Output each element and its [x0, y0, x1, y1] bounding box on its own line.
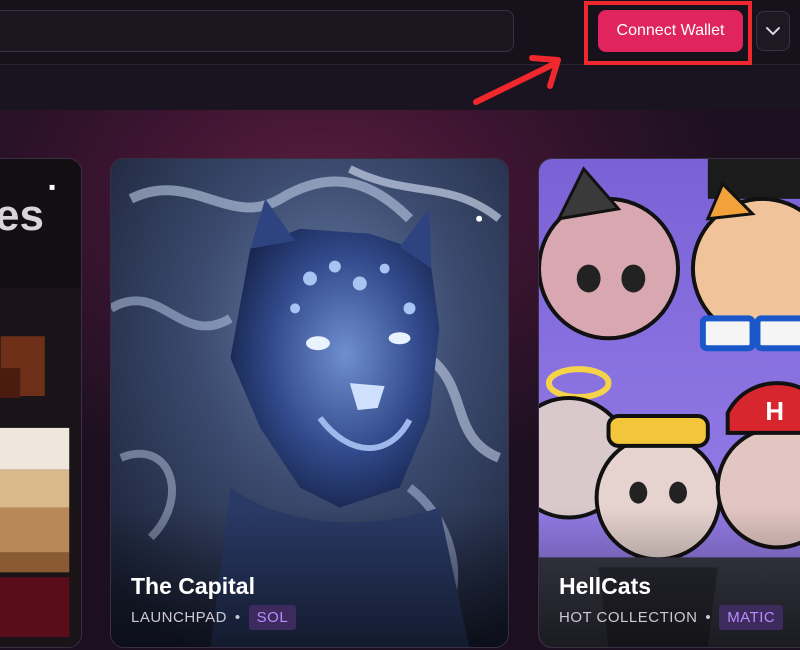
- chain-badge: MATIC: [719, 605, 784, 630]
- menu-dropdown-button[interactable]: [756, 11, 790, 51]
- collection-card-hellcats[interactable]: H HellCats HOT COLLECTION • MATIC: [538, 158, 800, 648]
- arrow-icon: [473, 55, 561, 105]
- chevron-down-icon: [766, 27, 780, 35]
- card-category: LAUNCHPAD: [131, 609, 227, 626]
- card-meta: LAUNCHPAD • SOL: [131, 605, 297, 630]
- card-title: HellCats: [559, 573, 652, 599]
- connect-wallet-button[interactable]: Connect Wallet: [598, 10, 743, 52]
- card-meta: HOT COLLECTION • MATIC: [559, 605, 784, 630]
- collection-card-partial[interactable]: es: [0, 158, 82, 648]
- card-title: The Capital: [131, 573, 255, 599]
- top-navbar: Connect Wallet: [0, 0, 800, 64]
- secondary-navbar: [0, 64, 800, 110]
- partial-heading: es: [0, 191, 44, 240]
- separator-dot: •: [705, 609, 712, 626]
- separator-dot: •: [234, 609, 241, 626]
- chain-badge: SOL: [248, 605, 297, 630]
- svg-text:H: H: [765, 398, 784, 426]
- collection-card-the-capital[interactable]: The Capital LAUNCHPAD • SOL: [110, 158, 509, 648]
- card-category: HOT COLLECTION: [559, 609, 698, 626]
- search-input[interactable]: [0, 10, 514, 52]
